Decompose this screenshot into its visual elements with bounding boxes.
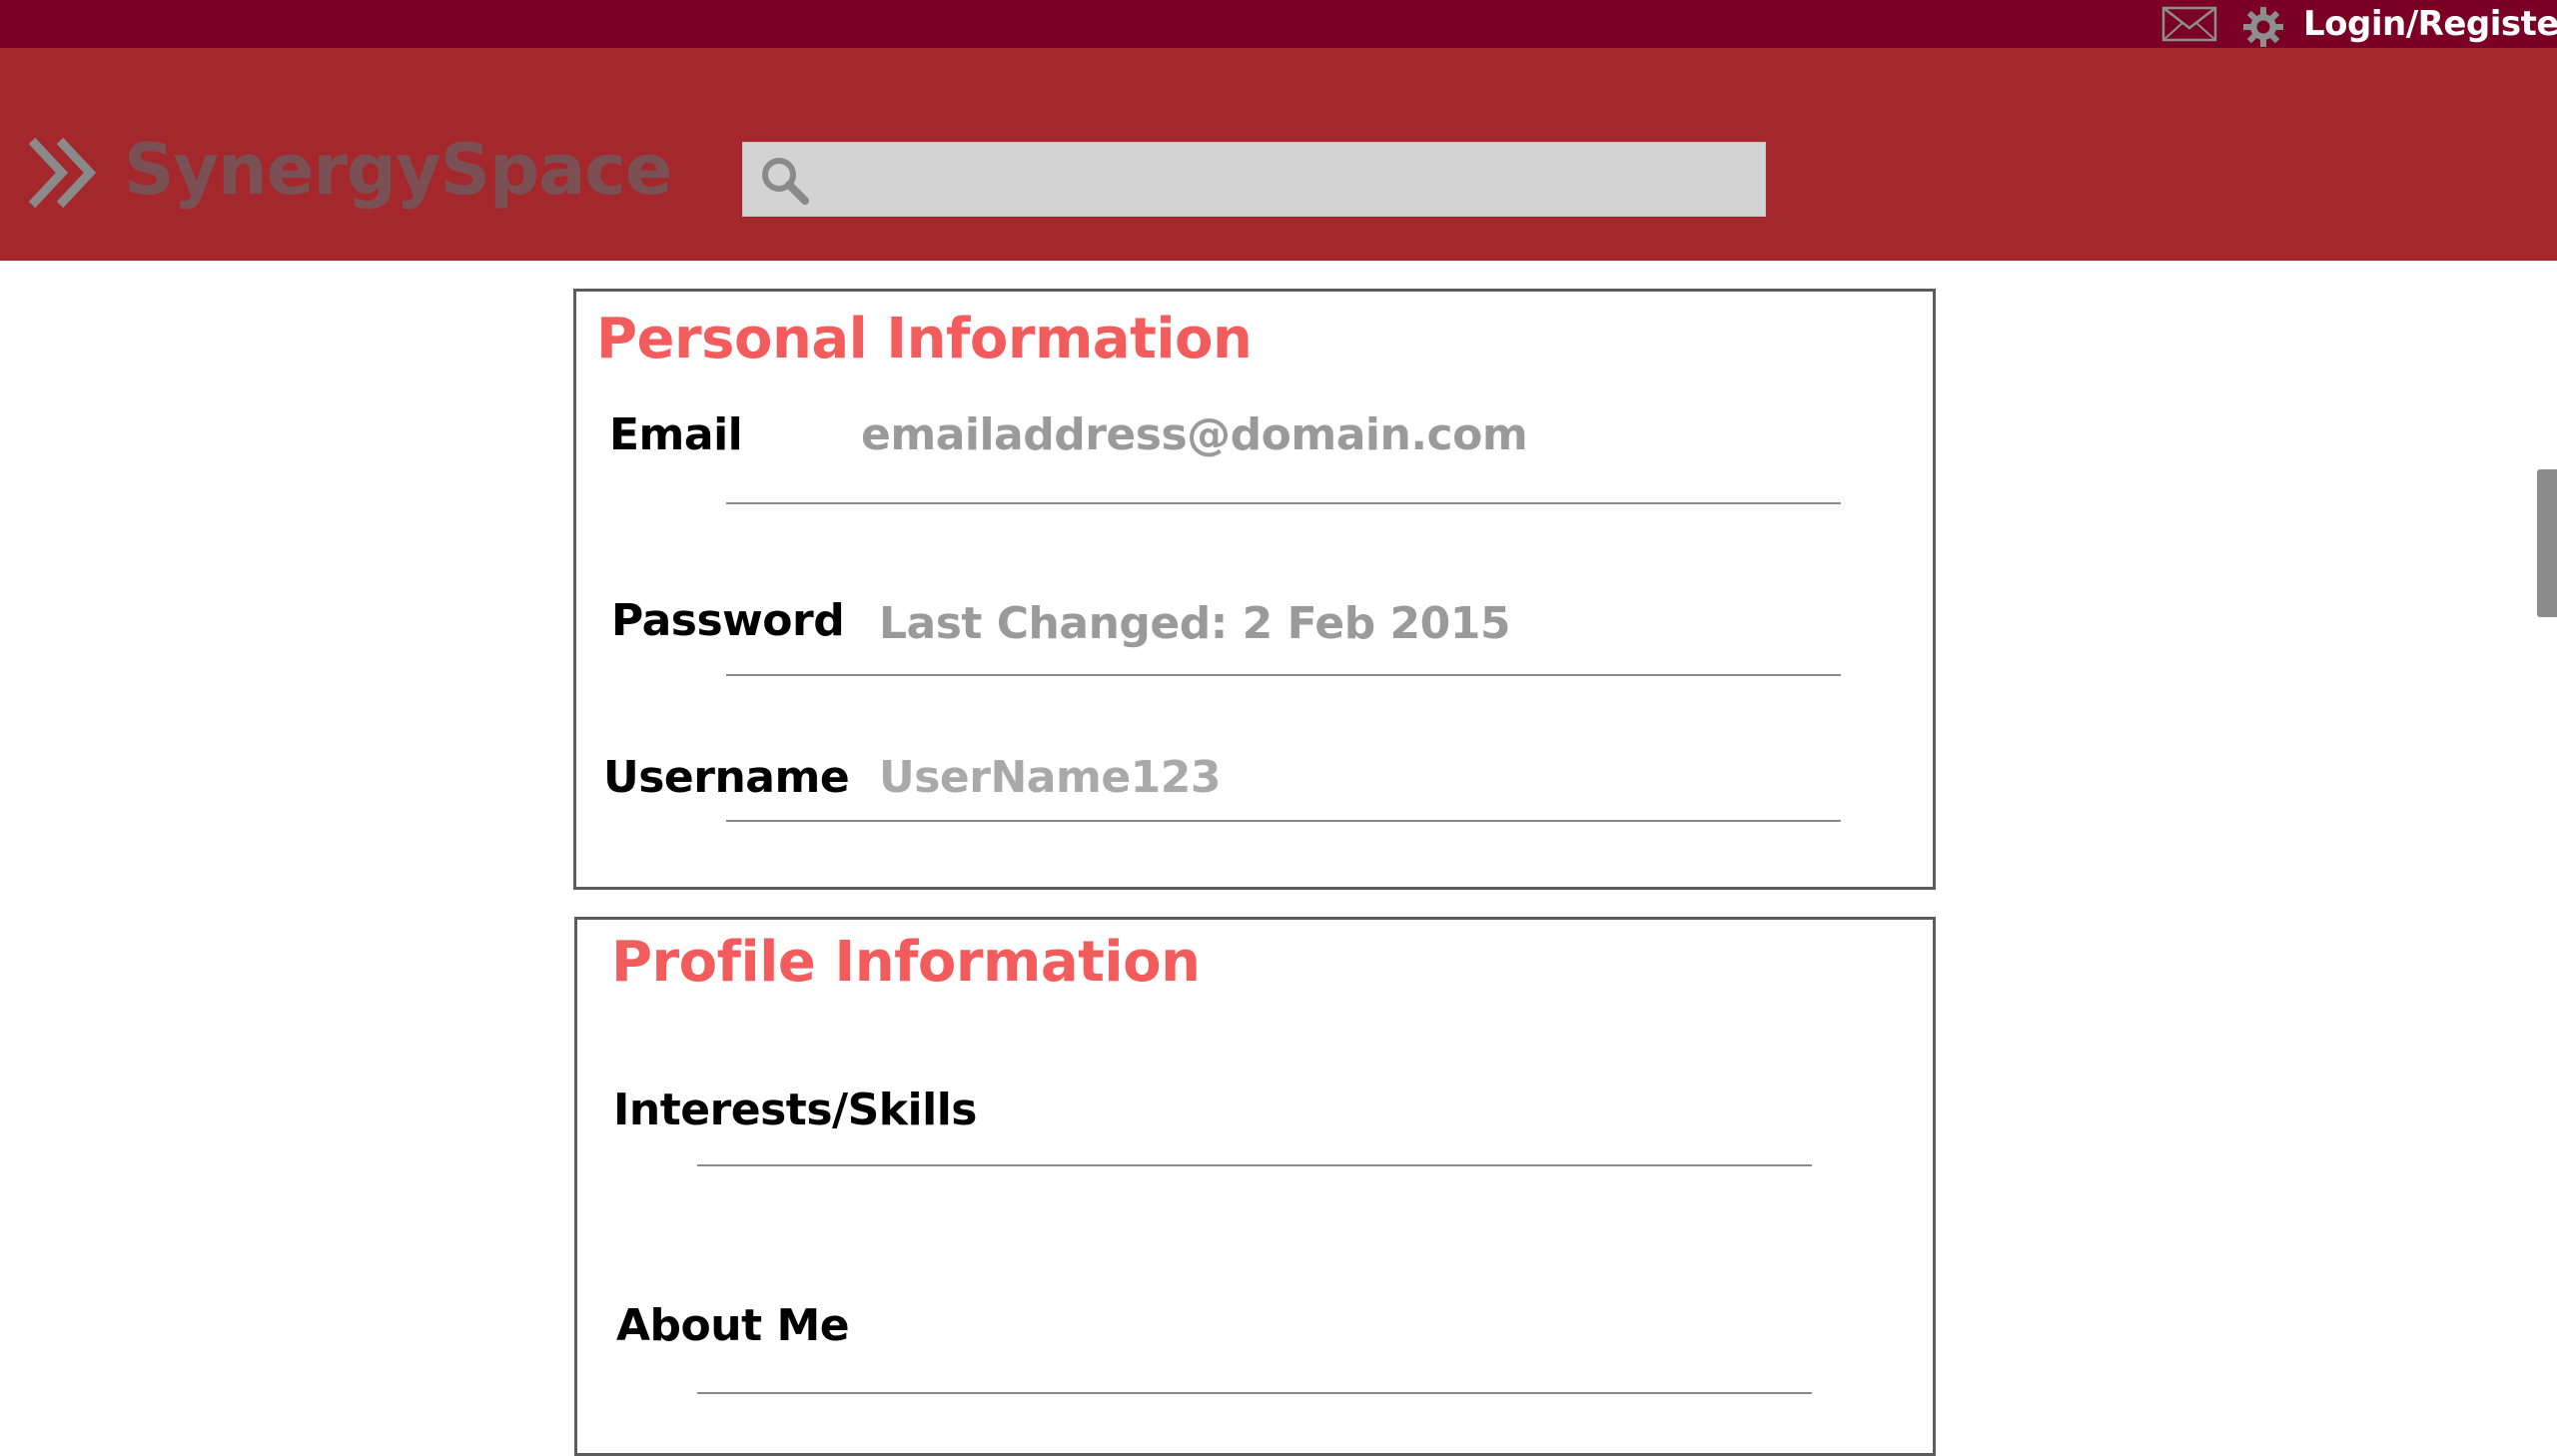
password-label: Password: [611, 595, 845, 646]
interests-skills-underline: [697, 1164, 1812, 1166]
top-utility-bar: Login/Register: [0, 0, 2557, 48]
username-label: Username: [603, 752, 850, 803]
about-me-underline: [697, 1392, 1812, 1394]
personal-information-panel: Personal Information Email emailaddress@…: [573, 289, 1936, 890]
scrollbar-thumb[interactable]: [2537, 469, 2557, 617]
profile-information-panel: Profile Information Interests/Skills Abo…: [574, 917, 1936, 1456]
search-icon[interactable]: [757, 153, 813, 209]
email-label: Email: [609, 409, 743, 460]
site-header: SynergySpace: [0, 48, 2557, 261]
search-bar[interactable]: [742, 142, 1766, 217]
username-underline: [726, 820, 1841, 822]
username-field[interactable]: UserName123: [879, 750, 1222, 806]
interests-skills-label: Interests/Skills: [613, 1085, 977, 1135]
section-title-personal-information: Personal Information: [596, 307, 1253, 371]
password-underline: [726, 674, 1841, 676]
mail-icon[interactable]: [2161, 6, 2217, 42]
search-input[interactable]: [827, 143, 1756, 216]
double-chevron-right-icon: [28, 137, 97, 209]
brand-name[interactable]: SynergySpace: [124, 124, 672, 216]
section-title-profile-information: Profile Information: [611, 930, 1201, 995]
password-field[interactable]: Last Changed: 2 Feb 2015: [879, 596, 1510, 652]
about-me-label: About Me: [616, 1300, 850, 1351]
email-field[interactable]: emailaddress@domain.com: [861, 407, 1528, 463]
gear-icon[interactable]: [2241, 5, 2285, 49]
email-underline: [726, 502, 1841, 504]
login-register-link[interactable]: Login/Register: [2303, 0, 2557, 48]
